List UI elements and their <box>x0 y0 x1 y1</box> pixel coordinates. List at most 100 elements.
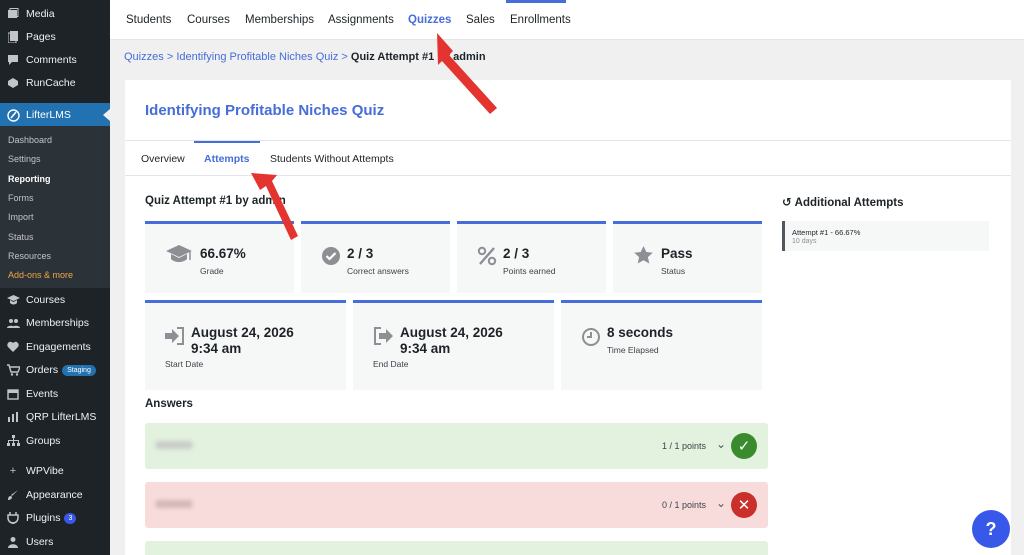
sidebar-item-courses[interactable]: Courses <box>0 289 110 311</box>
answer-row-correct[interactable]: 1 / 1 points ⌄ ✓ <box>145 423 768 469</box>
sidebar-item-pages[interactable]: Pages <box>0 26 110 48</box>
sidebar-item-label: LifterLMS <box>26 109 71 121</box>
stat-label: Grade <box>200 266 224 276</box>
answer-row-incorrect[interactable]: 0 / 1 points ⌄ ✕ <box>145 482 768 528</box>
submenu-dashboard[interactable]: Dashboard <box>8 135 52 145</box>
sidebar-item-engagements[interactable]: Engagements <box>0 336 110 358</box>
subtab-overview[interactable]: Overview <box>141 153 185 165</box>
breadcrumb: Quizzes > Identifying Profitable Niches … <box>124 51 486 63</box>
active-tab-indicator-top <box>506 0 566 3</box>
breadcrumb-separator: > <box>166 51 174 63</box>
lifterlms-icon <box>6 108 20 122</box>
sidebar-item-label: Pages <box>26 31 56 43</box>
tab-memberships[interactable]: Memberships <box>245 14 314 26</box>
quiz-subtabs: Overview Attempts Students Without Attem… <box>125 140 1011 176</box>
answer-text-blurred <box>155 441 193 449</box>
plugins-icon <box>6 511 20 525</box>
sidebar-item-lifterlms[interactable]: LifterLMS <box>0 103 110 127</box>
sidebar-item-label: Events <box>26 388 59 400</box>
tab-assignments[interactable]: Assignments <box>328 14 394 26</box>
sidebar-item-comments[interactable]: Comments <box>0 49 110 71</box>
percent-icon <box>477 246 497 271</box>
sidebar-item-label: Courses <box>26 294 66 306</box>
appearance-icon <box>6 488 20 502</box>
sidebar-item-media[interactable]: Media <box>0 3 110 25</box>
sidebar-item-memberships[interactable]: Memberships <box>0 312 110 334</box>
answer-row-partial[interactable] <box>145 541 768 555</box>
sidebar-item-label: QRP LifterLMS <box>26 411 97 423</box>
sidebar-item-label: Memberships <box>26 317 90 329</box>
stat-value: 66.67% <box>200 246 246 261</box>
sidebar-item-label: Media <box>26 8 55 20</box>
submenu-reporting[interactable]: Reporting <box>8 174 51 184</box>
engagements-icon <box>6 340 20 354</box>
lifterlms-submenu: Dashboard Settings Reporting Forms Impor… <box>0 126 110 288</box>
submenu-settings[interactable]: Settings <box>8 154 41 164</box>
sidebar-item-label: Plugins <box>26 512 61 524</box>
tab-sales[interactable]: Sales <box>466 14 495 26</box>
tab-students[interactable]: Students <box>126 14 171 26</box>
star-icon <box>633 245 654 270</box>
attempt-item-title: Attempt #1 - 66.67% <box>792 228 861 237</box>
sidebar-item-events[interactable]: Events <box>0 383 110 405</box>
sidebar-item-plugins[interactable]: Plugins 3 <box>0 507 110 529</box>
sidebar-item-groups[interactable]: Groups <box>0 430 110 452</box>
courses-icon <box>6 293 20 307</box>
subtab-attempts[interactable]: Attempts <box>204 153 250 165</box>
tab-enrollments[interactable]: Enrollments <box>510 14 571 26</box>
breadcrumb-quiz-link[interactable]: Identifying Profitable Niches Quiz <box>176 51 338 63</box>
additional-attempts-heading: ↺ Additional Attempts <box>782 195 903 209</box>
plugins-count-badge: 3 <box>64 512 77 524</box>
stat-value: 2 / 3 <box>503 246 530 261</box>
sidebar-item-label: WPVibe <box>26 465 64 477</box>
chevron-down-icon[interactable]: ⌄ <box>716 496 726 510</box>
answers-heading: Answers <box>145 398 193 410</box>
chevron-down-icon[interactable]: ⌄ <box>716 437 726 451</box>
users-icon <box>6 535 20 549</box>
graduation-cap-icon <box>165 244 193 271</box>
help-button[interactable]: ? <box>972 510 1010 548</box>
submenu-addons[interactable]: Add-ons & more <box>8 270 73 280</box>
answer-points: 1 / 1 points <box>661 441 706 451</box>
breadcrumb-quizzes-link[interactable]: Quizzes <box>124 51 164 63</box>
additional-attempt-item[interactable]: Attempt #1 - 66.67% 10 days <box>782 221 989 251</box>
stat-points-earned: 2 / 3 Points earned <box>457 221 606 293</box>
submenu-resources[interactable]: Resources <box>8 251 51 261</box>
stat-end-date: August 24, 2026 9:34 am End Date <box>353 300 554 390</box>
sidebar-item-qrp-lifterlms[interactable]: QRP LifterLMS <box>0 406 110 428</box>
sidebar-item-label: Users <box>26 536 54 548</box>
sidebar-item-appearance[interactable]: Appearance <box>0 484 110 506</box>
sidebar-item-label: Groups <box>26 435 61 447</box>
page-title: Identifying Profitable Niches Quiz <box>145 102 385 119</box>
sidebar-item-wpvibe[interactable]: + WPVibe <box>0 460 110 482</box>
answer-points: 0 / 1 points <box>661 500 706 510</box>
staging-badge: Staging <box>62 364 96 376</box>
sign-out-icon <box>373 327 393 350</box>
sign-in-icon <box>165 327 185 350</box>
stat-label: Start Date <box>165 359 204 369</box>
stat-status: Pass Status <box>613 221 762 293</box>
breadcrumb-current: Quiz Attempt #1 by admin <box>350 51 486 63</box>
stat-label: Status <box>661 266 686 276</box>
tab-courses[interactable]: Courses <box>187 14 230 26</box>
attempt-item-date: 10 days <box>792 238 817 245</box>
comments-icon <box>6 53 20 67</box>
submenu-forms[interactable]: Forms <box>8 193 34 203</box>
sidebar-item-runcache[interactable]: RunCache <box>0 72 110 94</box>
close-icon: ✕ <box>731 492 757 518</box>
tab-quizzes[interactable]: Quizzes <box>408 14 451 26</box>
end-date-line1: August 24, 2026 <box>400 325 503 340</box>
sidebar-item-label: Orders <box>26 364 59 376</box>
breadcrumb-separator: > <box>341 51 348 63</box>
stat-label: End Date <box>373 359 409 369</box>
submenu-import[interactable]: Import <box>8 212 34 222</box>
sidebar-item-users[interactable]: Users <box>0 531 110 553</box>
plus-icon: + <box>9 465 17 477</box>
sidebar-item-orders[interactable]: Orders Staging <box>0 359 110 381</box>
sidebar-item-label: Engagements <box>26 341 91 353</box>
quiz-report-card: Identifying Profitable Niches Quiz Overv… <box>125 80 1011 555</box>
runcache-icon <box>6 76 20 90</box>
pages-icon <box>6 30 20 44</box>
subtab-students-without-attempts[interactable]: Students Without Attempts <box>270 153 394 165</box>
submenu-status[interactable]: Status <box>8 232 34 242</box>
